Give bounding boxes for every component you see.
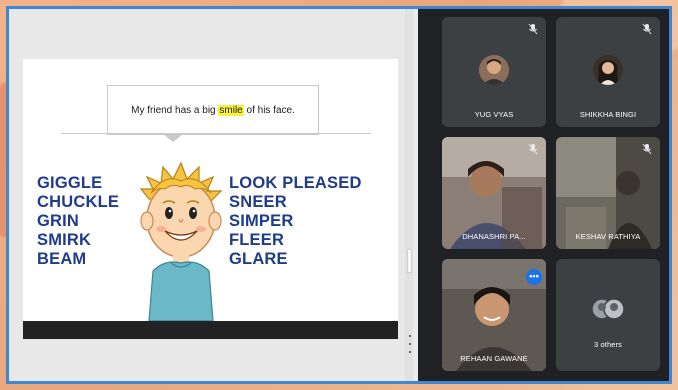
word-simper: SIMPER xyxy=(229,212,294,230)
word-sneer: SNEER xyxy=(229,193,287,211)
participant-tile-shikkha-bingi[interactable]: SHIKKHA BINGI xyxy=(556,17,660,127)
sentence-callout: My friend has a big smile of his face. xyxy=(107,85,319,135)
mic-off-icon xyxy=(642,143,652,155)
callout-pointer xyxy=(163,134,183,142)
word-look-pleased: LOOK PLEASED xyxy=(229,174,362,192)
scroll-handle-dots[interactable] xyxy=(407,329,413,369)
word-smirk: SMIRK xyxy=(37,231,92,249)
participant-name: REHAAN GAWANE xyxy=(460,354,528,363)
participant-tile-rehaan-gawane[interactable]: ••• REHAAN GAWANE xyxy=(442,259,546,371)
person-photo-icon xyxy=(479,55,509,85)
others-count: 3 others xyxy=(594,340,622,349)
word-fleer: FLEER xyxy=(229,231,285,249)
word-giggle: GIGGLE xyxy=(37,174,103,192)
scrollbar-thumb[interactable] xyxy=(407,249,412,273)
participant-tile-dhanashri[interactable]: DHANASHRI PA... xyxy=(442,137,546,249)
avatar xyxy=(593,55,623,85)
presentation-area: My friend has a big smile of his face. G… xyxy=(9,9,413,381)
word-glare: GLARE xyxy=(229,250,288,268)
participants-panel: YUG VYAS SHIKKHA BINGI DHANASHRI PA... K… xyxy=(418,9,669,381)
group-avatars-icon xyxy=(591,298,625,320)
avatar xyxy=(479,55,509,85)
scrollbar-track[interactable] xyxy=(405,9,413,381)
mic-off-icon xyxy=(642,23,652,35)
mic-off-icon xyxy=(528,23,538,35)
word-grin: GRIN xyxy=(37,212,80,230)
callout-divider xyxy=(61,133,371,134)
callout-text: My friend has a big smile of his face. xyxy=(131,104,295,116)
word-chuckle: CHUCKLE xyxy=(37,193,120,211)
participant-name: DHANASHRI PA... xyxy=(462,232,526,241)
smiling-boy-illustration xyxy=(139,161,223,321)
word-list-right: LOOK PLEASED SNEER SIMPER FLEER GLARE xyxy=(229,174,362,269)
slide-footer-bar xyxy=(23,321,398,339)
callout-after: of his face. xyxy=(243,104,295,116)
slide: My friend has a big smile of his face. G… xyxy=(23,59,398,321)
mic-off-icon xyxy=(528,143,538,155)
participant-name: KESHAV RATHIYA xyxy=(575,232,641,241)
callout-before: My friend has a big xyxy=(131,104,219,116)
meeting-window: My friend has a big smile of his face. G… xyxy=(6,6,672,384)
word-list-left: GIGGLE CHUCKLE GRIN SMIRK BEAM xyxy=(37,174,119,269)
participant-tile-others[interactable]: 3 others xyxy=(556,259,660,371)
more-options-icon[interactable]: ••• xyxy=(526,269,542,285)
participant-name: SHIKKHA BINGI xyxy=(579,110,637,119)
highlighted-word: smile xyxy=(218,104,244,116)
participant-name: YUG VYAS xyxy=(474,110,514,119)
word-beam: BEAM xyxy=(37,250,87,268)
participant-tile-yug-vyas[interactable]: YUG VYAS xyxy=(442,17,546,127)
person-photo-icon xyxy=(593,55,623,85)
participant-tile-keshav-rathiya[interactable]: KESHAV RATHIYA xyxy=(556,137,660,249)
